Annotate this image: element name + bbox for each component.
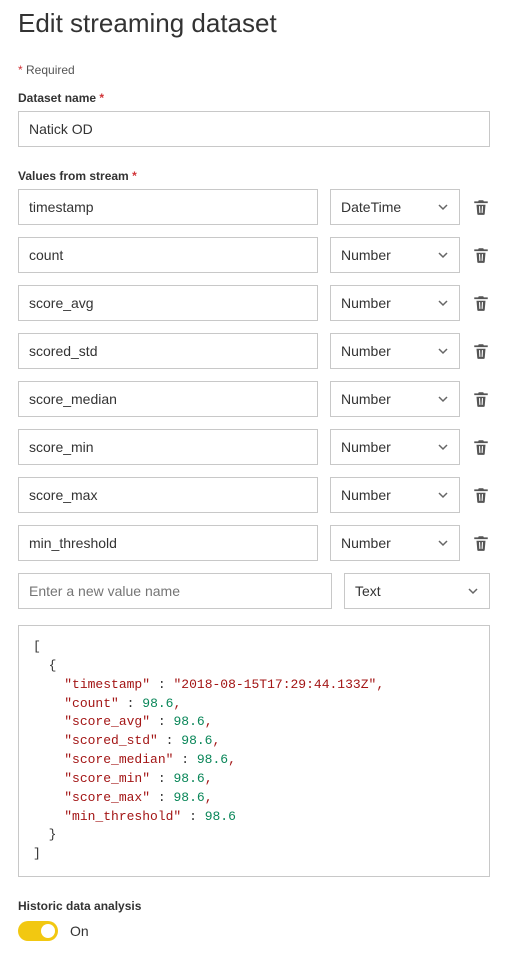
field-type-select[interactable]: Number [330, 429, 460, 465]
field-row: Number [18, 477, 490, 513]
field-row: Number [18, 333, 490, 369]
chevron-down-icon [437, 201, 449, 213]
field-type-select[interactable]: DateTime [330, 189, 460, 225]
values-from-stream-label: Values from stream * [18, 169, 490, 183]
dataset-name-star: * [99, 91, 104, 105]
field-type-label: Number [341, 535, 391, 551]
field-type-select[interactable]: Number [330, 237, 460, 273]
field-row: Number [18, 285, 490, 321]
chevron-down-icon [437, 441, 449, 453]
field-type-select[interactable]: Number [330, 285, 460, 321]
required-text: Required [26, 63, 75, 77]
field-type-label: Number [341, 439, 391, 455]
field-type-label: Number [341, 391, 391, 407]
field-type-select[interactable]: Number [330, 381, 460, 417]
toggle-knob [41, 924, 55, 938]
field-row: Number [18, 381, 490, 417]
delete-icon[interactable] [472, 294, 490, 312]
required-note: * Required [18, 63, 490, 77]
field-type-label: DateTime [341, 199, 401, 215]
chevron-down-icon [437, 249, 449, 261]
historic-toggle-state: On [70, 923, 89, 939]
dataset-name-input[interactable] [18, 111, 490, 147]
page-title: Edit streaming dataset [18, 8, 490, 39]
values-label-text: Values from stream [18, 169, 129, 183]
delete-icon[interactable] [472, 342, 490, 360]
field-name-input[interactable] [18, 429, 318, 465]
historic-toggle-row: On [18, 921, 490, 941]
dataset-name-label: Dataset name * [18, 91, 490, 105]
field-type-select[interactable]: Number [330, 525, 460, 561]
field-type-label: Number [341, 487, 391, 503]
field-name-input[interactable] [18, 477, 318, 513]
delete-icon[interactable] [472, 534, 490, 552]
values-star: * [132, 169, 137, 183]
field-row: Text [18, 573, 490, 609]
field-type-label: Number [341, 247, 391, 263]
delete-icon[interactable] [472, 438, 490, 456]
field-type-label: Number [341, 343, 391, 359]
field-name-input[interactable] [18, 381, 318, 417]
field-row: DateTime [18, 189, 490, 225]
chevron-down-icon [437, 345, 449, 357]
field-name-input[interactable] [18, 333, 318, 369]
chevron-down-icon [467, 585, 479, 597]
delete-icon[interactable] [472, 486, 490, 504]
dataset-name-label-text: Dataset name [18, 91, 96, 105]
field-type-label: Number [341, 295, 391, 311]
field-type-select[interactable]: Text [344, 573, 490, 609]
field-row: Number [18, 237, 490, 273]
delete-icon[interactable] [472, 198, 490, 216]
field-name-input[interactable] [18, 285, 318, 321]
field-type-select[interactable]: Number [330, 333, 460, 369]
field-type-select[interactable]: Number [330, 477, 460, 513]
field-row: Number [18, 525, 490, 561]
delete-icon[interactable] [472, 246, 490, 264]
field-name-input[interactable] [18, 525, 318, 561]
stream-fields-list: DateTime Number Number Number Number Number Nu… [18, 189, 490, 609]
json-preview: [ { "timestamp" : "2018-08-15T17:29:44.1… [18, 625, 490, 877]
chevron-down-icon [437, 489, 449, 501]
historic-toggle[interactable] [18, 921, 58, 941]
chevron-down-icon [437, 537, 449, 549]
field-name-input[interactable] [18, 189, 318, 225]
chevron-down-icon [437, 297, 449, 309]
chevron-down-icon [437, 393, 449, 405]
field-row: Number [18, 429, 490, 465]
required-star: * [18, 63, 23, 77]
delete-icon[interactable] [472, 390, 490, 408]
historic-label: Historic data analysis [18, 899, 490, 913]
field-type-label: Text [355, 583, 381, 599]
field-name-input[interactable] [18, 573, 332, 609]
field-name-input[interactable] [18, 237, 318, 273]
